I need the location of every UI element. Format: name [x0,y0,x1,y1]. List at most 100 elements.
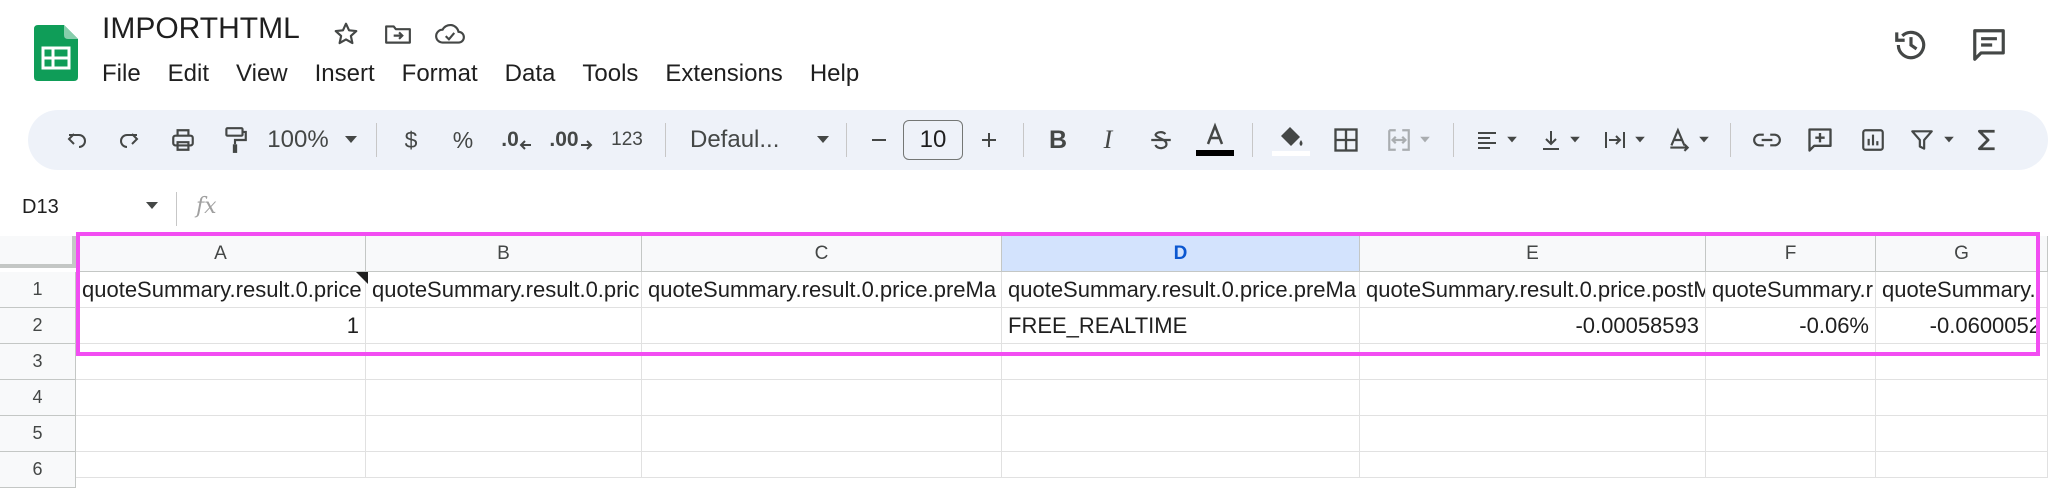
menu-view[interactable]: View [236,56,301,92]
row-header-2[interactable]: 2 [0,308,76,344]
cell-g6[interactable] [1876,452,2048,478]
cell-e4[interactable] [1360,380,1706,416]
decrease-font-size-icon[interactable] [857,118,901,162]
cell-c4[interactable] [642,380,1002,416]
bold-button[interactable]: B [1034,118,1082,162]
menu-tools[interactable]: Tools [582,56,651,92]
fill-color-icon[interactable] [1263,118,1319,162]
undo-icon[interactable] [52,118,102,162]
cell-b2[interactable] [366,308,642,344]
cell-b3[interactable] [366,344,642,380]
insert-link-icon[interactable] [1741,118,1793,162]
text-wrapping-icon[interactable] [1592,118,1656,162]
font-size-input[interactable]: 10 [903,120,963,160]
cell-d1[interactable]: quoteSummary.result.0.price.preMa [1002,272,1360,308]
cell-c3[interactable] [642,344,1002,380]
cloud-saved-icon[interactable] [432,16,468,52]
cell-e1[interactable]: quoteSummary.result.0.price.postM [1360,272,1706,308]
font-family-select[interactable]: Defaul... [676,118,810,162]
cell-f3[interactable] [1706,344,1876,380]
cell-d6[interactable] [1002,452,1360,478]
cell-a4[interactable] [76,380,366,416]
horizontal-align-icon[interactable] [1464,118,1528,162]
cell-e6[interactable] [1360,452,1706,478]
percent-format-button[interactable]: % [435,118,491,162]
cell-c2[interactable] [642,308,1002,344]
menu-format[interactable]: Format [402,56,491,92]
filter-icon[interactable] [1899,118,1965,162]
cell-e2[interactable]: -0.00058593 [1360,308,1706,344]
column-header-c[interactable]: C [642,236,1002,272]
increase-decimal-button[interactable]: .00 [543,118,599,162]
chevron-down-icon[interactable] [145,201,159,211]
chevron-down-icon[interactable] [336,118,366,162]
cell-g3[interactable] [1876,344,2048,380]
cell-f5[interactable] [1706,416,1876,452]
cell-d5[interactable] [1002,416,1360,452]
chevron-down-icon[interactable] [810,118,836,162]
decrease-decimal-button[interactable]: .0 [491,118,543,162]
paint-format-icon[interactable] [210,118,260,162]
column-header-e[interactable]: E [1360,236,1706,272]
cell-g5[interactable] [1876,416,2048,452]
column-header-d[interactable]: D [1002,236,1360,272]
zoom-select[interactable]: 100% [260,118,336,162]
cell-e3[interactable] [1360,344,1706,380]
vertical-align-icon[interactable] [1528,118,1592,162]
cell-d2[interactable]: FREE_REALTIME [1002,308,1360,344]
cell-a1[interactable]: quoteSummary.result.0.price [76,272,366,308]
functions-icon[interactable] [1965,118,2009,162]
cell-f1[interactable]: quoteSummary.r [1706,272,1876,308]
move-to-folder-icon[interactable] [380,16,416,52]
insert-comment-icon[interactable] [1793,118,1847,162]
column-header-b[interactable]: B [366,236,642,272]
more-formats-button[interactable]: 123 [599,118,655,162]
increase-font-size-icon[interactable] [965,118,1013,162]
cell-b6[interactable] [366,452,642,478]
cell-g1[interactable]: quoteSummary. [1876,272,2048,308]
row-header-5[interactable]: 5 [0,416,76,452]
menu-edit[interactable]: Edit [168,56,222,92]
cell-f2[interactable]: -0.06% [1706,308,1876,344]
column-header-a[interactable]: A [76,236,366,272]
menu-extensions[interactable]: Extensions [665,56,795,92]
column-header-g[interactable]: G [1876,236,2048,272]
cell-a5[interactable] [76,416,366,452]
cell-a6[interactable] [76,452,366,478]
cell-c6[interactable] [642,452,1002,478]
row-header-1[interactable]: 1 [0,272,76,308]
cell-b1[interactable]: quoteSummary.result.0.pric [366,272,642,308]
merge-cells-icon[interactable] [1373,118,1443,162]
cell-c1[interactable]: quoteSummary.result.0.price.preMa [642,272,1002,308]
cell-b5[interactable] [366,416,642,452]
cell-a2[interactable]: 1 [76,308,366,344]
strikethrough-icon[interactable] [1134,118,1188,162]
insert-chart-icon[interactable] [1847,118,1899,162]
menu-data[interactable]: Data [505,56,569,92]
print-icon[interactable] [156,118,210,162]
borders-icon[interactable] [1319,118,1373,162]
version-history-icon[interactable] [1892,26,1930,64]
select-all-corner[interactable] [0,236,76,268]
text-color-icon[interactable] [1188,118,1242,162]
sheets-logo-icon[interactable] [34,25,78,81]
redo-icon[interactable] [102,118,156,162]
cell-e5[interactable] [1360,416,1706,452]
star-icon[interactable] [328,16,364,52]
column-header-f[interactable]: F [1706,236,1876,272]
text-rotation-icon[interactable] [1656,118,1720,162]
cell-f4[interactable] [1706,380,1876,416]
cell-a3[interactable] [76,344,366,380]
name-box[interactable]: D13 [22,196,59,219]
menu-file[interactable]: File [102,56,154,92]
comments-icon[interactable] [1970,26,2008,64]
row-header-3[interactable]: 3 [0,344,76,380]
document-title[interactable]: IMPORTHTML [102,12,300,46]
row-header-4[interactable]: 4 [0,380,76,416]
cell-g2[interactable]: -0.0600052 [1876,308,2048,344]
cell-f6[interactable] [1706,452,1876,478]
row-header-6[interactable]: 6 [0,452,76,488]
menu-insert[interactable]: Insert [315,56,388,92]
cell-d4[interactable] [1002,380,1360,416]
menu-help[interactable]: Help [810,56,872,92]
